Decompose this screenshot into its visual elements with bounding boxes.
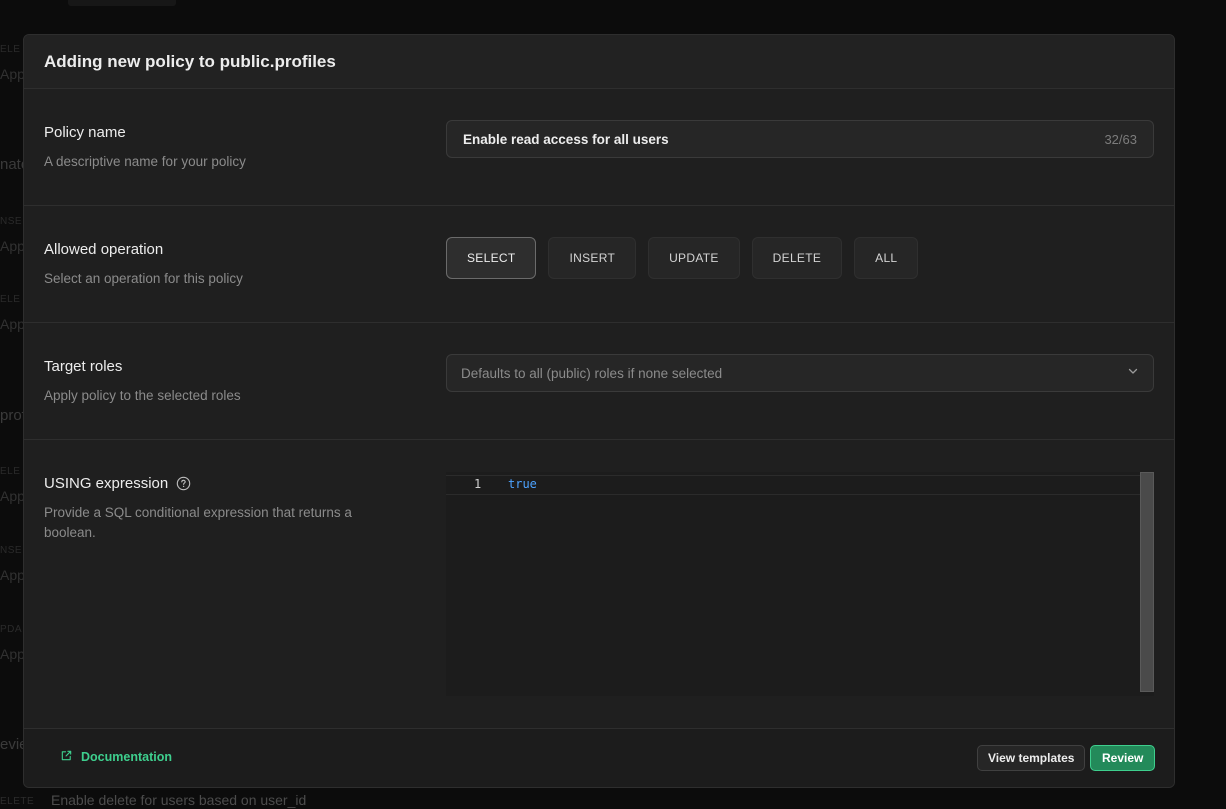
operation-delete-button[interactable]: DELETE — [751, 237, 843, 279]
operation-insert-button[interactable]: INSERT — [548, 237, 637, 279]
using-expression-description: Provide a SQL conditional expression tha… — [44, 505, 352, 540]
documentation-label: Documentation — [81, 750, 172, 764]
target-roles-description: Apply policy to the selected roles — [44, 388, 241, 403]
external-link-icon — [60, 749, 73, 765]
using-expression-label-row: USING expression — [44, 475, 191, 492]
policy-editor-modal: Adding new policy to public.profiles Pol… — [23, 34, 1175, 788]
sql-code-editor[interactable]: 1 true — [446, 472, 1154, 696]
allowed-operation-section: Allowed operation Select an operation fo… — [24, 206, 1174, 323]
chevron-down-icon — [1127, 364, 1139, 382]
using-expression-label: USING expression — [44, 475, 169, 492]
view-templates-button[interactable]: View templates — [977, 745, 1086, 771]
policy-name-input[interactable]: Enable read access for all users 32/63 — [446, 120, 1154, 158]
policy-name-section: Policy name A descriptive name for your … — [24, 89, 1174, 206]
allowed-operation-description: Select an operation for this policy — [44, 271, 243, 286]
line-number: 1 — [474, 477, 482, 491]
code-text[interactable]: true — [508, 477, 537, 491]
using-expression-section: USING expression Provide a SQL condition… — [24, 440, 1174, 728]
modal-footer: Documentation View templates Review — [24, 728, 1174, 787]
modal-title: Adding new policy to public.profiles — [44, 51, 336, 71]
target-roles-placeholder: Defaults to all (public) roles if none s… — [461, 365, 723, 381]
review-button[interactable]: Review — [1090, 745, 1156, 771]
operation-select-button[interactable]: SELECT — [446, 237, 537, 279]
documentation-link[interactable]: Documentation — [60, 749, 172, 765]
target-roles-label: Target roles — [44, 358, 123, 375]
active-line-highlight — [446, 475, 1140, 495]
policy-name-value: Enable read access for all users — [463, 131, 669, 147]
help-circle-icon[interactable] — [176, 476, 191, 491]
operation-toggle-group: SELECT INSERT UPDATE DELETE ALL — [446, 237, 919, 279]
policy-name-label: Policy name — [44, 124, 126, 141]
target-roles-section: Target roles Apply policy to the selecte… — [24, 323, 1174, 440]
modal-header: Adding new policy to public.profiles — [24, 35, 1174, 89]
policy-name-description: A descriptive name for your policy — [44, 154, 246, 169]
character-counter: 32/63 — [1104, 131, 1137, 147]
operation-update-button[interactable]: UPDATE — [648, 237, 740, 279]
editor-scrollbar[interactable] — [1140, 472, 1154, 692]
operation-all-button[interactable]: ALL — [854, 237, 919, 279]
target-roles-select[interactable]: Defaults to all (public) roles if none s… — [446, 354, 1154, 392]
allowed-operation-label: Allowed operation — [44, 241, 164, 258]
